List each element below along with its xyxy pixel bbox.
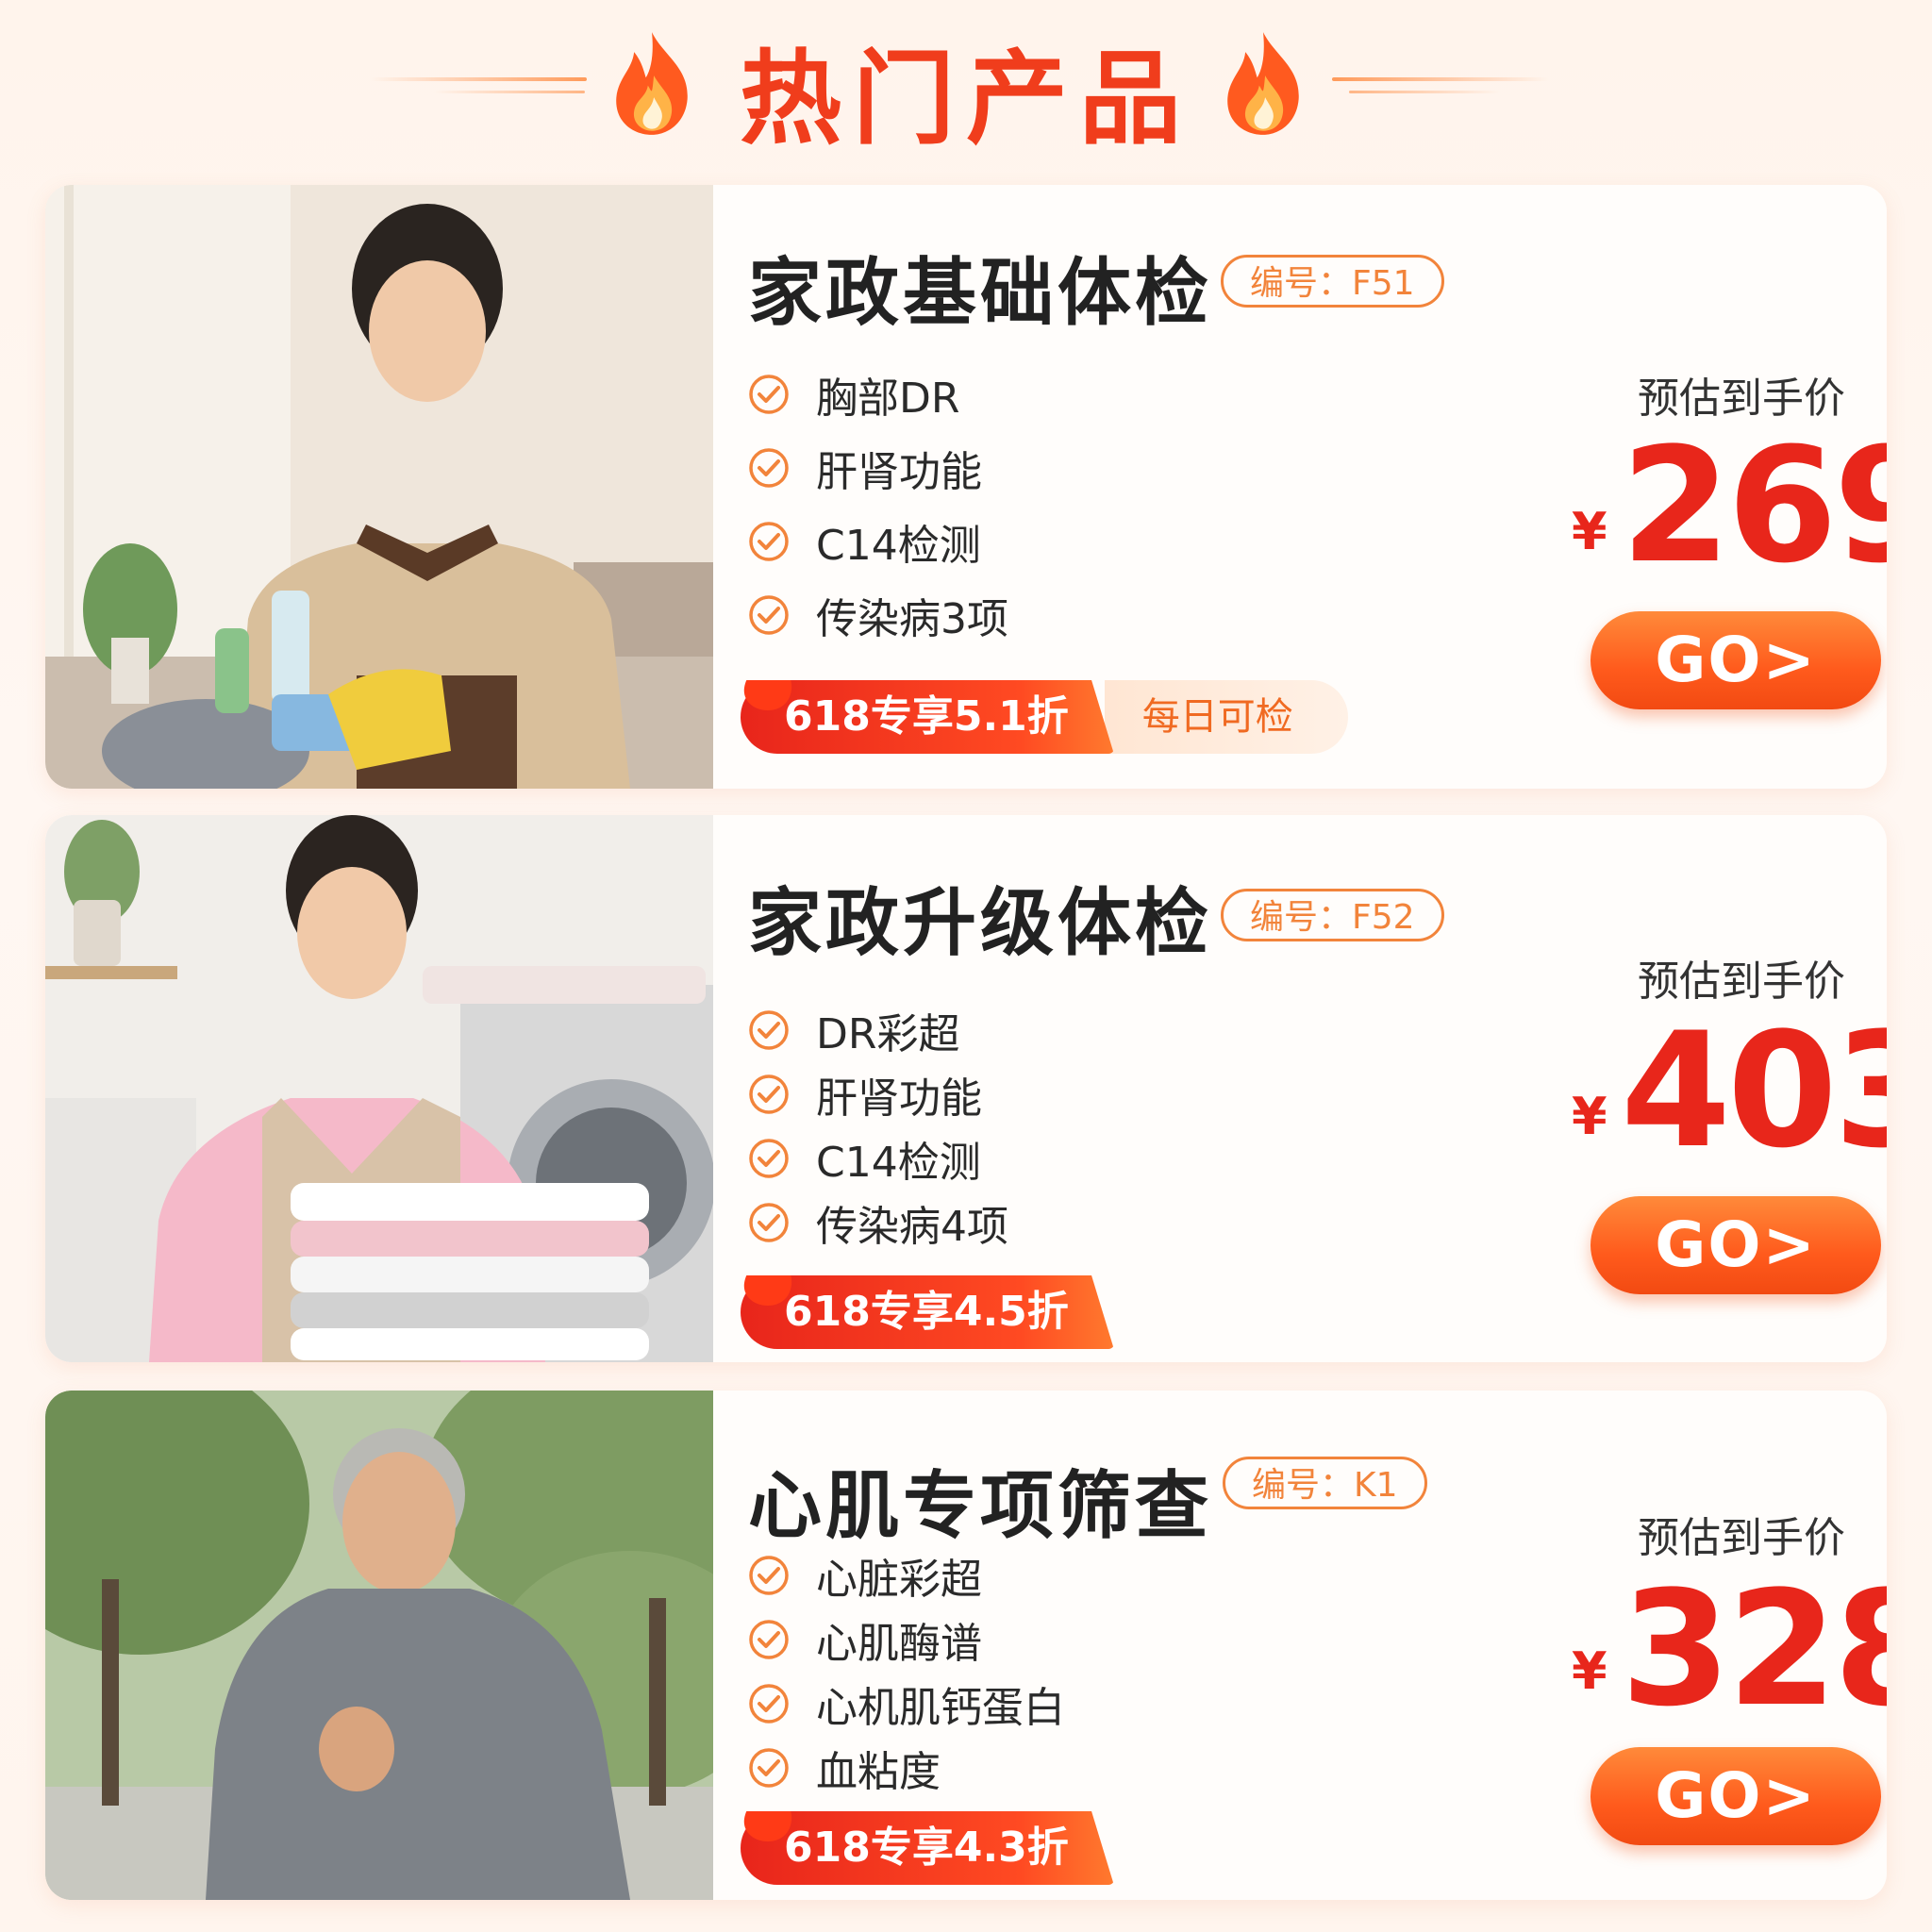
product-title: 家政基础体检 xyxy=(748,251,1213,336)
feature-item: 心脏彩超 xyxy=(748,1549,982,1604)
check-circle-icon xyxy=(749,1556,789,1595)
price-label: 预估到手价 xyxy=(1638,1514,1845,1562)
feature-item: 传染病3项 xyxy=(748,589,1008,643)
product-photo xyxy=(45,1391,713,1900)
feature-label: C14检测 xyxy=(816,1139,981,1187)
fire-icon xyxy=(743,680,792,710)
product-card[interactable]: 家政基础体检 编号：F51 胸部DR 肝肾功能 C14检测 传染病3项 618专… xyxy=(45,185,1887,789)
product-photo xyxy=(45,815,713,1362)
check-circle-icon xyxy=(749,448,789,488)
fire-icon xyxy=(1227,32,1299,135)
check-circle-icon xyxy=(749,595,789,635)
feature-item: C14检测 xyxy=(748,515,981,570)
check-circle-icon xyxy=(749,1139,789,1178)
feature-label: 心脏彩超 xyxy=(816,1556,982,1604)
go-button[interactable]: GO> xyxy=(1591,1196,1881,1294)
feature-item: 肝肾功能 xyxy=(748,1068,982,1123)
check-circle-icon xyxy=(749,1684,789,1724)
fire-icon xyxy=(743,1275,792,1306)
check-circle-icon xyxy=(749,1010,789,1050)
discount-label: 618专享5.1折 xyxy=(784,692,1069,741)
promo-banner: 618专享4.3折 xyxy=(741,1811,1114,1885)
promo-banner: 618专享5.1折 每日可检 xyxy=(741,680,1348,754)
feature-label: 肝肾功能 xyxy=(816,1074,982,1123)
feature-label: 心机肌钙蛋白 xyxy=(816,1684,1065,1732)
product-photo xyxy=(45,185,713,789)
feature-label: 胸部DR xyxy=(816,375,960,423)
availability-tag: 每日可检 xyxy=(1104,680,1348,754)
discount-label: 618专享4.5折 xyxy=(784,1288,1069,1336)
feature-item: 传染病4项 xyxy=(748,1196,1008,1251)
product-card[interactable]: 心肌专项筛查 编号：K1 心脏彩超 心肌酶谱 心机肌钙蛋白 血粘度 618专享4… xyxy=(45,1391,1887,1900)
price-value: 328 xyxy=(1621,1557,1887,1741)
discount-label: 618专享4.3折 xyxy=(784,1824,1069,1872)
price-value: 269 xyxy=(1621,413,1887,598)
feature-item: DR彩超 xyxy=(748,1004,959,1058)
feature-item: 心机肌钙蛋白 xyxy=(748,1677,1065,1732)
header-decoration-right xyxy=(1332,77,1549,81)
feature-item: 心肌酶谱 xyxy=(748,1613,982,1668)
check-circle-icon xyxy=(749,522,789,561)
price-value: 403 xyxy=(1621,998,1887,1183)
feature-label: 肝肾功能 xyxy=(816,448,982,496)
product-code-badge: 编号：F51 xyxy=(1221,255,1444,308)
currency-symbol: ¥ xyxy=(1572,1087,1607,1146)
section-header: 热门产品 xyxy=(0,0,1932,179)
feature-item: C14检测 xyxy=(748,1132,981,1187)
product-code-badge: 编号：K1 xyxy=(1223,1457,1427,1509)
feature-item: 肝肾功能 xyxy=(748,441,982,496)
currency-symbol: ¥ xyxy=(1572,502,1607,561)
check-circle-icon xyxy=(749,1748,789,1788)
product-code-badge: 编号：F52 xyxy=(1221,889,1444,941)
feature-label: DR彩超 xyxy=(816,1010,960,1058)
product-card[interactable]: 家政升级体检 编号：F52 DR彩超 肝肾功能 C14检测 传染病4项 618专… xyxy=(45,815,1887,1362)
page-title: 热门产品 xyxy=(739,41,1192,158)
currency-symbol: ¥ xyxy=(1572,1641,1607,1701)
feature-label: C14检测 xyxy=(816,522,981,570)
feature-label: 传染病4项 xyxy=(816,1203,1008,1251)
discount-tag: 618专享5.1折 xyxy=(741,680,1114,754)
product-title: 家政升级体检 xyxy=(748,881,1213,966)
check-circle-icon xyxy=(749,1203,789,1242)
feature-item: 血粘度 xyxy=(748,1741,941,1796)
feature-item: 胸部DR xyxy=(748,368,959,423)
check-circle-icon xyxy=(749,1074,789,1114)
discount-tag: 618专享4.3折 xyxy=(741,1811,1114,1885)
go-button[interactable]: GO> xyxy=(1591,611,1881,709)
discount-tag: 618专享4.5折 xyxy=(741,1275,1114,1349)
check-circle-icon xyxy=(749,375,789,414)
product-title: 心肌专项筛查 xyxy=(748,1464,1213,1549)
feature-label: 血粘度 xyxy=(816,1748,941,1796)
promo-banner: 618专享4.5折 xyxy=(741,1275,1114,1349)
feature-label: 心肌酶谱 xyxy=(816,1620,982,1668)
header-decoration-right-2 xyxy=(1349,91,1500,93)
feature-label: 传染病3项 xyxy=(816,595,1008,643)
check-circle-icon xyxy=(749,1620,789,1659)
go-button[interactable]: GO> xyxy=(1591,1747,1881,1845)
